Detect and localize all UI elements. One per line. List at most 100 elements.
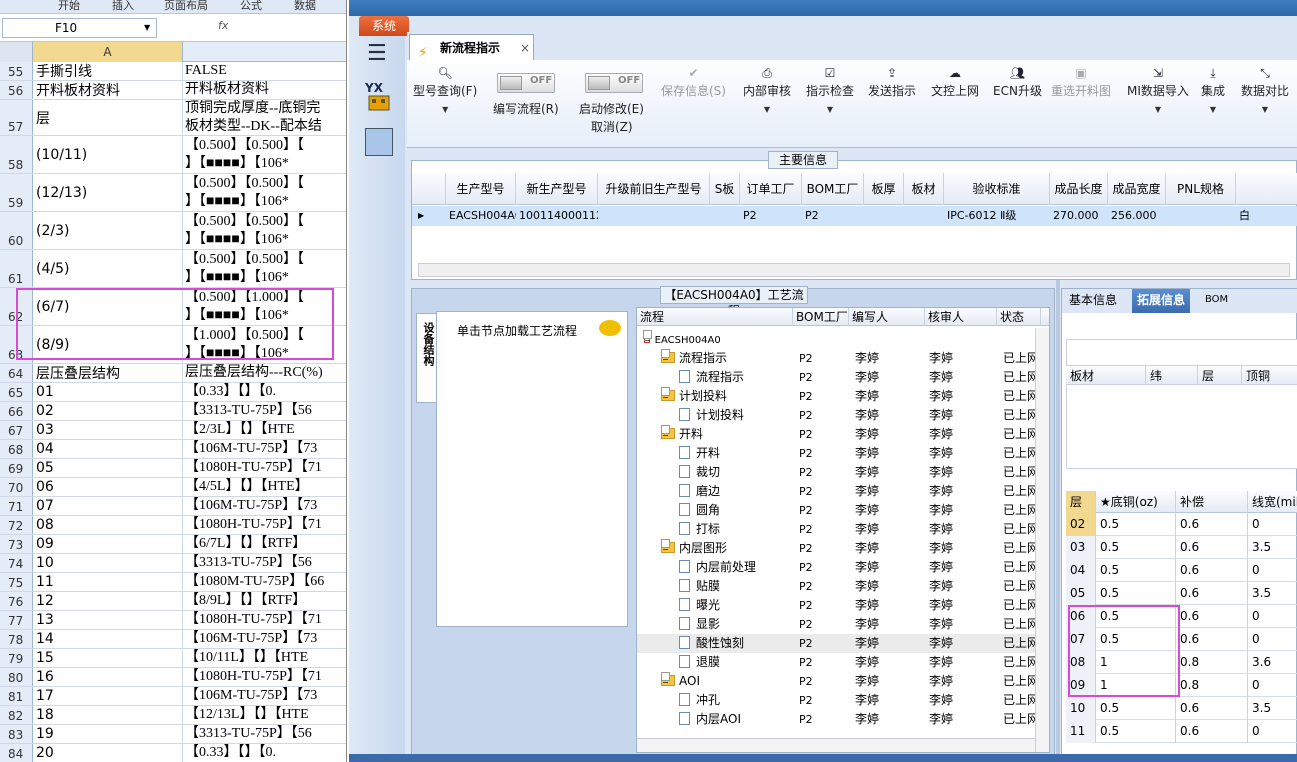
mi-import-button[interactable]: ⇲ MI数据导入 ▼ xyxy=(1127,66,1189,114)
table-cell[interactable]: 3.5 xyxy=(1248,697,1297,720)
row-number[interactable]: 84 xyxy=(0,744,33,762)
row-number[interactable]: 75 xyxy=(0,573,33,591)
system-tab[interactable]: 系统 xyxy=(359,16,409,36)
cell-b[interactable]: 【2/3L】【】【HTE xyxy=(183,421,346,439)
table-cell[interactable]: 0.6 xyxy=(1176,628,1248,651)
cell-b[interactable]: 【3313-TU-75P】【56 xyxy=(183,725,346,743)
tree-item[interactable]: 酸性蚀刻 P2 李婷 李婷 已上网 xyxy=(637,634,1037,653)
table-cell[interactable]: 0.6 xyxy=(1176,559,1248,582)
tree-item[interactable]: 打标 P2 李婷 李婷 已上网 xyxy=(637,520,1037,539)
horizontal-scrollbar[interactable] xyxy=(418,263,1290,277)
column-header[interactable]: 板厚 xyxy=(864,173,904,205)
cancel-button[interactable]: 取消(Z) xyxy=(591,118,633,135)
ribbon-tab-data[interactable]: 数据 xyxy=(294,0,316,13)
row-number[interactable]: 65 xyxy=(0,383,33,401)
cell-b[interactable]: 【106M-TU-75P】【73 xyxy=(183,687,346,705)
cell-a[interactable]: 01 xyxy=(33,383,183,401)
table-cell[interactable]: 3.6 xyxy=(1248,651,1297,674)
tree-item[interactable]: −⌂EACSH004A0 xyxy=(637,330,1037,349)
row-number[interactable]: 78 xyxy=(0,630,33,648)
row-number[interactable]: 58 xyxy=(0,136,33,173)
column-header[interactable]: 生产型号 xyxy=(446,173,516,205)
vertical-scrollbar[interactable] xyxy=(1035,328,1049,752)
tree-item[interactable]: −AOI P2 李婷 李婷 已上网 xyxy=(637,672,1037,691)
tree-item[interactable]: 内层前处理 P2 李婷 李婷 已上网 xyxy=(637,558,1037,577)
cell-a[interactable]: 19 xyxy=(33,725,183,743)
row-number[interactable]: 81 xyxy=(0,687,33,705)
cell-b[interactable]: 【10/11L】【】【HTE xyxy=(183,649,346,667)
row-number[interactable]: 57 xyxy=(0,100,33,135)
row-number[interactable]: 82 xyxy=(0,706,33,724)
cell-b[interactable]: 【1080H-TU-75P】【71 xyxy=(183,516,346,534)
cell-b[interactable]: 【1080H-TU-75P】【71 xyxy=(183,611,346,629)
cell-a[interactable]: (12/13) xyxy=(33,174,183,211)
row-number[interactable]: 64 xyxy=(0,364,33,382)
tree-column-header[interactable]: 流程 xyxy=(637,308,793,326)
collapse-icon[interactable]: − xyxy=(661,425,670,440)
cell-a[interactable]: 开料板材资料 xyxy=(33,81,183,99)
table-cell[interactable]: 0.6 xyxy=(1176,536,1248,559)
row-number[interactable]: 68 xyxy=(0,440,33,458)
ribbon-tab-formula[interactable]: 公式 xyxy=(240,0,262,13)
cell-a[interactable]: 03 xyxy=(33,421,183,439)
tree-column-header[interactable]: 编写人 xyxy=(849,308,925,326)
column-header-b[interactable] xyxy=(183,42,346,62)
material-column-header[interactable]: 纬 xyxy=(1146,366,1198,386)
table-cell[interactable]: 0.6 xyxy=(1176,720,1248,743)
cell-a[interactable]: 20 xyxy=(33,744,183,762)
close-icon[interactable]: × xyxy=(520,35,530,61)
column-header[interactable]: PNL规格 xyxy=(1166,173,1236,205)
column-header[interactable]: 板材 xyxy=(904,173,944,205)
row-number[interactable]: 56 xyxy=(0,81,33,99)
row-number[interactable]: 60 xyxy=(0,212,33,249)
table-cell[interactable]: 10 xyxy=(1066,697,1096,720)
row-number[interactable]: 55 xyxy=(0,62,33,80)
material-column-header[interactable]: 板材 xyxy=(1066,366,1146,386)
table-cell[interactable]: 0.5 xyxy=(1096,559,1176,582)
table-cell[interactable]: 3.5 xyxy=(1248,582,1297,605)
tree-item[interactable]: 贴膜 P2 李婷 李婷 已上网 xyxy=(637,577,1037,596)
tree-item[interactable]: −内层图形 P2 李婷 李婷 已上网 xyxy=(637,539,1037,558)
table-cell[interactable]: 白 xyxy=(1236,206,1256,226)
table-cell[interactable]: EACSH004A0 xyxy=(446,206,516,226)
column-header[interactable]: 成品长度 xyxy=(1050,173,1108,205)
cell-b[interactable]: 【12/13L】【】【HTE xyxy=(183,706,346,724)
cell-a[interactable]: 05 xyxy=(33,459,183,477)
table-cell[interactable] xyxy=(1166,206,1236,226)
tree-item[interactable]: 内层AOI P2 李婷 李婷 已上网 xyxy=(637,710,1037,729)
ribbon-tab-home[interactable]: 开始 xyxy=(58,0,80,13)
table-cell[interactable]: 256.000 xyxy=(1108,206,1166,226)
cell-a[interactable]: 06 xyxy=(33,478,183,496)
cell-b[interactable]: 顶铜完成厚度--底铜完 板材类型--DK--配本结 xyxy=(183,100,346,135)
tree-item[interactable]: −流程指示 P2 李婷 李婷 已上网 xyxy=(637,349,1037,368)
tree-item[interactable]: 裁切 P2 李婷 李婷 已上网 xyxy=(637,463,1037,482)
table-row[interactable]: ▶EACSH004A010011400011238 P2P2 IPC-6012 Ⅱ级… xyxy=(412,206,1297,226)
table-cell[interactable] xyxy=(864,206,904,226)
table-cell[interactable] xyxy=(710,206,740,226)
tree-item[interactable]: 计划投料 P2 李婷 李婷 已上网 xyxy=(637,406,1037,425)
row-number[interactable]: 74 xyxy=(0,554,33,572)
table-cell[interactable]: 0 xyxy=(1248,720,1297,743)
table-cell[interactable]: 02 xyxy=(1066,513,1096,536)
tab-device-structure[interactable]: 设备结构 xyxy=(416,313,436,403)
row-number[interactable]: 79 xyxy=(0,649,33,667)
table-cell[interactable]: P2 xyxy=(740,206,802,226)
row-number[interactable]: 76 xyxy=(0,592,33,610)
fx-icon[interactable]: fx xyxy=(218,19,228,32)
table-cell[interactable]: 0.5 xyxy=(1096,513,1176,536)
cell-a[interactable]: 13 xyxy=(33,611,183,629)
table-cell[interactable]: 0.5 xyxy=(1096,697,1176,720)
cell-b[interactable]: 【8/9L】【】【RTF】 xyxy=(183,592,346,610)
row-number[interactable]: 71 xyxy=(0,497,33,515)
yx-app-icon[interactable]: YX xyxy=(363,80,395,112)
cell-b[interactable]: 【106M-TU-75P】【73 xyxy=(183,440,346,458)
send-instruction-button[interactable]: ⇪ 发送指示 xyxy=(868,66,916,99)
row-number[interactable]: 80 xyxy=(0,668,33,686)
tree-item[interactable]: 退膜 P2 李婷 李婷 已上网 xyxy=(637,653,1037,672)
cell-a[interactable]: 层 xyxy=(33,100,183,135)
table-cell[interactable]: 0.6 xyxy=(1176,513,1248,536)
tree-item[interactable]: 显影 P2 李婷 李婷 已上网 xyxy=(637,615,1037,634)
table-cell[interactable]: 0 xyxy=(1248,605,1297,628)
column-header[interactable]: 新生产型号 xyxy=(516,173,598,205)
row-number[interactable]: 66 xyxy=(0,402,33,420)
